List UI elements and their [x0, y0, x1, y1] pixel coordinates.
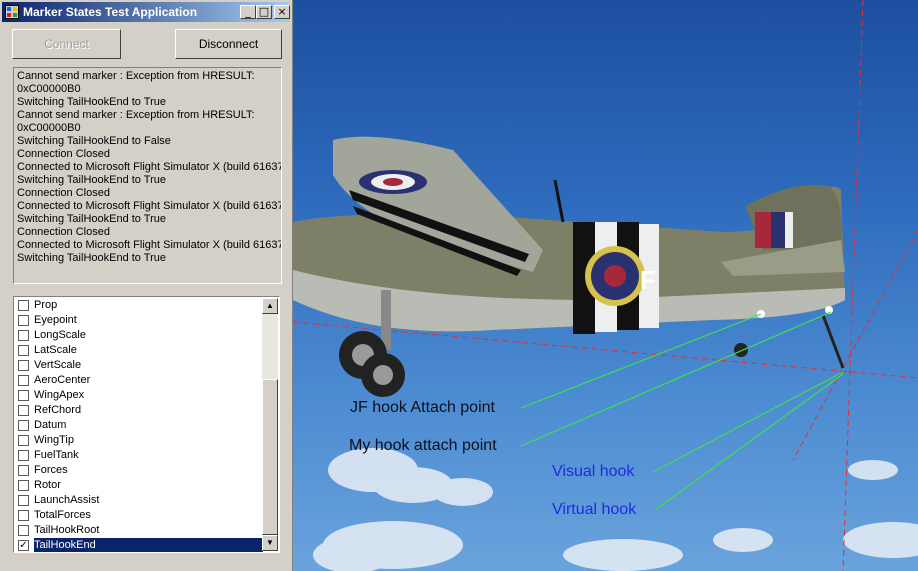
checkbox[interactable]	[18, 375, 29, 386]
checkbox[interactable]	[18, 450, 29, 461]
marker-item-aerocenter[interactable]: AeroCenter	[15, 373, 263, 388]
log-line: Connection Closed	[17, 148, 110, 160]
checkbox[interactable]	[18, 330, 29, 341]
flight-sim-view: JF hook Attach point My hook attach poin…	[293, 0, 918, 571]
aircraft	[293, 136, 845, 397]
scrollbar-thumb[interactable]	[262, 379, 278, 535]
annotation-my-hook: My hook attach point	[349, 437, 497, 454]
marker-item-forces[interactable]: Forces	[15, 463, 263, 478]
checkbox[interactable]	[18, 360, 29, 371]
close-button[interactable]: ×	[274, 5, 290, 19]
checkbox[interactable]	[18, 435, 29, 446]
checkbox[interactable]	[18, 345, 29, 356]
checkbox[interactable]	[18, 465, 29, 476]
marker-item-wingtip[interactable]: WingTip	[15, 433, 263, 448]
checkbox[interactable]	[18, 405, 29, 416]
app-window-icon	[5, 5, 19, 19]
annotation-visual-hook: Visual hook	[552, 463, 635, 480]
maximize-button[interactable]: □	[256, 5, 272, 19]
vertical-scrollbar[interactable]: ▲ ▼	[262, 298, 278, 551]
log-line: Switching TailHookEnd to True	[17, 96, 166, 108]
checkbox[interactable]	[18, 300, 29, 311]
log-line: 0xC00000B0	[17, 122, 81, 134]
annotation-jf-hook: JF hook Attach point	[350, 399, 495, 416]
checkbox[interactable]	[18, 315, 29, 326]
marker-item-latscale[interactable]: LatScale	[15, 343, 263, 358]
checkbox[interactable]	[18, 420, 29, 431]
window-title: Marker States Test Application	[23, 5, 198, 19]
annotation-virtual-hook: Virtual hook	[552, 501, 637, 518]
marker-item-datum[interactable]: Datum	[15, 418, 263, 433]
marker-states-window: Marker States Test Application _ □ × Con…	[0, 0, 293, 571]
log-line: Connected to Microsoft Flight Simulator …	[17, 200, 282, 212]
marker-item-prop[interactable]: Prop	[15, 298, 263, 313]
marker-item-launchassist[interactable]: LaunchAssist	[15, 493, 263, 508]
log-line: Cannot send marker : Exception from HRES…	[17, 109, 255, 121]
log-line: Switching TailHookEnd to True	[17, 252, 166, 264]
connect-button[interactable]: Connect	[12, 29, 121, 59]
disconnect-button[interactable]: Disconnect	[175, 29, 282, 59]
minimize-button[interactable]: _	[240, 5, 256, 19]
log-line: Connection Closed	[17, 187, 110, 199]
fuselage-code: F	[640, 265, 656, 295]
log-line: Switching TailHookEnd to True	[17, 213, 166, 225]
marker-item-longscale[interactable]: LongScale	[15, 328, 263, 343]
marker-item-wingapex[interactable]: WingApex	[15, 388, 263, 403]
marker-item-tailhookend[interactable]: ✓ TailHookEnd	[15, 538, 263, 552]
marker-item-rotor[interactable]: Rotor	[15, 478, 263, 493]
checkbox[interactable]	[18, 495, 29, 506]
message-log[interactable]: Cannot send marker : Exception from HRES…	[13, 67, 282, 284]
log-line: Cannot send marker : Exception from HRES…	[17, 70, 255, 82]
checkbox[interactable]	[18, 525, 29, 536]
checkbox[interactable]	[18, 480, 29, 491]
checkbox[interactable]	[18, 390, 29, 401]
marker-item-vertscale[interactable]: VertScale	[15, 358, 263, 373]
scroll-down-arrow-icon[interactable]: ▼	[262, 535, 278, 551]
aircraft-scene	[293, 0, 918, 571]
log-line: Connection Closed	[17, 226, 110, 238]
marker-item-fueltank[interactable]: FuelTank	[15, 448, 263, 463]
marker-item-totalforces[interactable]: TotalForces	[15, 508, 263, 523]
scroll-up-arrow-icon[interactable]: ▲	[262, 298, 278, 314]
log-line: Connected to Microsoft Flight Simulator …	[17, 239, 282, 251]
log-line: Switching TailHookEnd to False	[17, 135, 171, 147]
log-line: 0xC00000B0	[17, 83, 81, 95]
marker-item-tailhookroot[interactable]: TailHookRoot	[15, 523, 263, 538]
checkbox[interactable]	[18, 510, 29, 521]
checkbox-checked[interactable]: ✓	[18, 540, 29, 551]
marker-item-refchord[interactable]: RefChord	[15, 403, 263, 418]
title-bar[interactable]: Marker States Test Application _ □ ×	[2, 2, 290, 22]
log-line: Switching TailHookEnd to True	[17, 174, 166, 186]
log-line: Connected to Microsoft Flight Simulator …	[17, 161, 282, 173]
marker-item-eyepoint[interactable]: Eyepoint	[15, 313, 263, 328]
marker-checklist[interactable]: Prop Eyepoint LongScale LatScale VertSca…	[13, 296, 280, 553]
